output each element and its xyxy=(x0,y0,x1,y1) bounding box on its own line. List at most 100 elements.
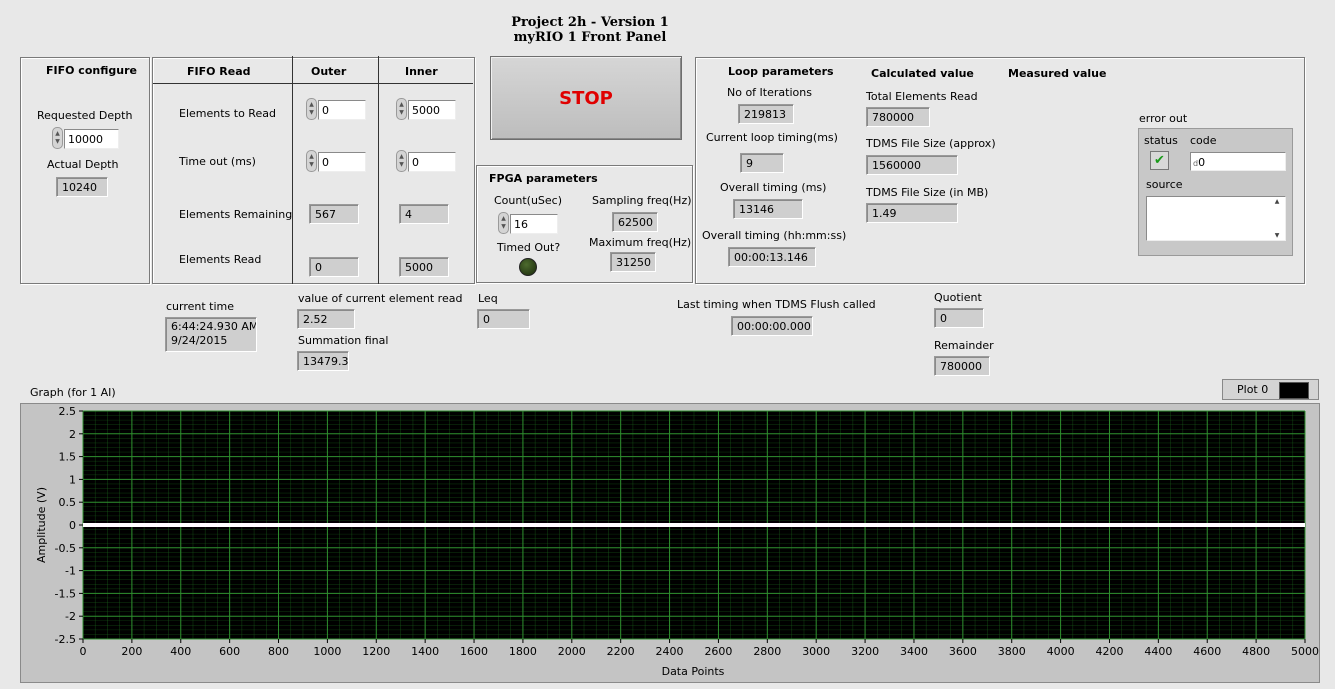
x-tick-label: 2600 xyxy=(704,645,732,658)
elements-remaining-label: Elements Remaining xyxy=(179,208,293,221)
inner-elements-read-indicator: 5000 xyxy=(399,257,449,277)
inner-time-out-input[interactable]: 0 xyxy=(408,152,456,172)
inner-elements-to-read-input[interactable]: 5000 xyxy=(408,100,456,120)
summation-label: Summation final xyxy=(298,334,389,347)
count-input[interactable]: 16 xyxy=(510,214,558,234)
inner-time-out-spinner[interactable]: ▲ ▼ xyxy=(396,150,407,172)
y-axis-label: Amplitude (V) xyxy=(35,487,48,563)
panel-title: Project 2h - Version 1 myRIO 1 Front Pan… xyxy=(480,15,700,45)
x-tick-label: 200 xyxy=(121,645,142,658)
meas-heading: Measured value xyxy=(1008,67,1107,80)
x-tick-label: 400 xyxy=(170,645,191,658)
loop-heading: Loop parameters xyxy=(728,65,834,78)
sampling-freq-label: Sampling freq(Hz) xyxy=(592,194,692,207)
outer-time-out-spinner[interactable]: ▲ ▼ xyxy=(306,150,317,172)
iterations-indicator: 219813 xyxy=(738,104,794,124)
x-tick-label: 1600 xyxy=(460,645,488,658)
x-tick-label: 3400 xyxy=(900,645,928,658)
tdms-mb-indicator: 1.49 xyxy=(866,203,958,223)
max-freq-indicator: 31250 xyxy=(610,252,656,272)
timed-out-led xyxy=(519,258,537,276)
fifo-read-header-line xyxy=(153,83,473,84)
current-time-indicator: 6:44:24.930 AM 9/24/2015 xyxy=(165,317,257,352)
x-tick-label: 4200 xyxy=(1095,645,1123,658)
overall-hms-indicator: 00:00:13.146 xyxy=(728,247,816,267)
x-tick-label: 1000 xyxy=(313,645,341,658)
fifo-read-heading: FIFO Read xyxy=(187,65,251,78)
current-timing-indicator: 9 xyxy=(740,153,784,173)
source-label: source xyxy=(1146,178,1183,191)
y-tick-label: -1.5 xyxy=(55,587,76,600)
waveform-graph: 0 200 400 600 800 1000 1200 1400 1600 1800 2000 220… xyxy=(35,405,1319,678)
error-out-label: error out xyxy=(1139,112,1188,125)
fifo-read-divider-1 xyxy=(292,56,293,284)
tdms-approx-indicator: 1560000 xyxy=(866,155,958,175)
x-tick-label: 4600 xyxy=(1193,645,1221,658)
y-tick-label: 2.5 xyxy=(59,405,77,418)
calc-heading: Calculated value xyxy=(871,67,974,80)
overall-hms-label: Overall timing (hh:mm:ss) xyxy=(702,229,847,242)
title-line-2: myRIO 1 Front Panel xyxy=(513,30,667,45)
x-tick-label: 3000 xyxy=(802,645,830,658)
time-out-label: Time out (ms) xyxy=(179,155,256,168)
code-label: code xyxy=(1190,134,1217,147)
x-tick-label: 2800 xyxy=(753,645,781,658)
fpga-heading: FPGA parameters xyxy=(489,172,598,185)
outer-elements-to-read-input[interactable]: 0 xyxy=(318,100,366,120)
current-value-indicator: 2.52 xyxy=(297,309,355,329)
outer-elements-remaining-indicator: 567 xyxy=(309,204,359,224)
summation-indicator: 13479.35 xyxy=(297,351,349,371)
requested-depth-spinner[interactable]: ▲ ▼ xyxy=(52,127,63,149)
y-tick-label: 0 xyxy=(69,519,76,532)
plot-style-swatch[interactable] xyxy=(1279,382,1309,399)
x-tick-label: 2000 xyxy=(558,645,586,658)
title-line-1: Project 2h - Version 1 xyxy=(511,15,669,30)
x-tick-label: 3800 xyxy=(998,645,1026,658)
col-outer: Outer xyxy=(311,65,347,78)
plot-legend[interactable]: Plot 0 xyxy=(1222,379,1319,400)
leq-label: Leq xyxy=(478,292,498,305)
code-value: 0 xyxy=(1198,156,1206,169)
code-input[interactable]: d0 xyxy=(1190,152,1286,171)
y-tick-label: 1.5 xyxy=(59,451,77,464)
inner-elements-to-read-spinner[interactable]: ▲ ▼ xyxy=(396,98,407,120)
remainder-label: Remainder xyxy=(934,339,994,352)
x-tick-label: 800 xyxy=(268,645,289,658)
requested-depth-input[interactable]: 10000 xyxy=(64,129,119,149)
x-tick-label: 1800 xyxy=(509,645,537,658)
fifo-read-divider-2 xyxy=(378,56,379,284)
y-tick-label: -1 xyxy=(65,565,76,578)
remainder-indicator: 780000 xyxy=(934,356,990,376)
requested-depth-label: Requested Depth xyxy=(37,109,133,122)
outer-elements-to-read-spinner[interactable]: ▲ ▼ xyxy=(306,98,317,120)
total-elements-label: Total Elements Read xyxy=(866,90,978,103)
current-date-value: 9/24/2015 xyxy=(171,334,228,347)
x-tick-label: 2200 xyxy=(607,645,635,658)
tdms-approx-label: TDMS File Size (approx) xyxy=(866,137,996,150)
source-scrollbar[interactable]: ▲ ▼ xyxy=(1270,198,1284,239)
iterations-label: No of Iterations xyxy=(727,86,812,99)
plot-legend-label: Plot 0 xyxy=(1237,383,1269,396)
status-label: status xyxy=(1144,134,1178,147)
count-label: Count(uSec) xyxy=(494,194,563,207)
stop-button[interactable]: STOP xyxy=(490,56,682,140)
x-tick-label: 1200 xyxy=(362,645,390,658)
x-tick-label: 4400 xyxy=(1144,645,1172,658)
outer-time-out-input[interactable]: 0 xyxy=(318,152,366,172)
total-elements-indicator: 780000 xyxy=(866,107,930,127)
x-tick-label: 3600 xyxy=(949,645,977,658)
source-field[interactable] xyxy=(1146,196,1286,241)
count-spinner[interactable]: ▲ ▼ xyxy=(498,212,509,234)
overall-ms-label: Overall timing (ms) xyxy=(720,181,827,194)
leq-indicator: 0 xyxy=(477,309,530,329)
outer-elements-read-indicator: 0 xyxy=(309,257,359,277)
max-freq-label: Maximum freq(Hz) xyxy=(589,236,692,249)
x-tick-label: 0 xyxy=(80,645,87,658)
tdms-mb-label: TDMS File Size (in MB) xyxy=(866,186,989,199)
overall-ms-indicator: 13146 xyxy=(733,199,803,219)
actual-depth-label: Actual Depth xyxy=(47,158,119,171)
elements-to-read-label: Elements to Read xyxy=(179,107,276,120)
fifo-configure-heading: FIFO configure xyxy=(46,64,137,77)
current-time-value: 6:44:24.930 AM xyxy=(171,320,257,333)
x-axis-label: Data Points xyxy=(662,665,725,678)
